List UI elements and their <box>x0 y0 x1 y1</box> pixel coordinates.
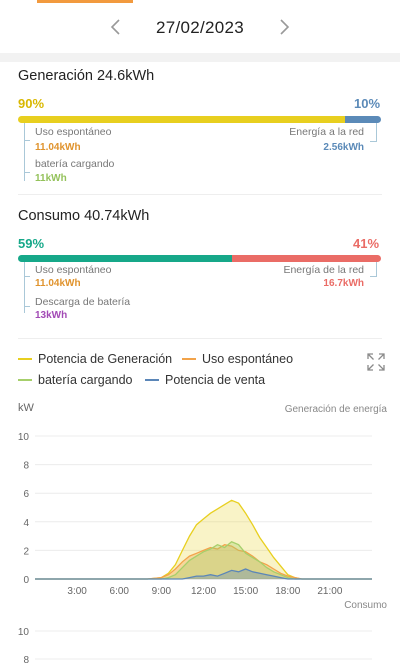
consumption-bar-self-segment <box>18 255 233 262</box>
expand-icon[interactable] <box>367 353 385 371</box>
consumption-discharge-label: Descarga de batería <box>35 296 131 308</box>
generation-bar-grid-segment <box>344 116 381 123</box>
generation-battery-value: 11kWh <box>35 173 67 184</box>
generation-grid-pct: 10% <box>354 96 381 111</box>
second-chart-y-tick-label: 8 <box>23 655 29 666</box>
legend-swatch <box>145 379 159 381</box>
legend-generation-label: Potencia de Generación <box>38 352 173 366</box>
consumption-grid-value: 16.7kWh <box>323 278 364 289</box>
legend-self-use[interactable]: Uso espontáneo <box>182 352 293 366</box>
consumption-discharge-value: 13kWh <box>35 310 68 321</box>
x-tick-label: 6:00 <box>110 586 130 597</box>
y-tick-label: 2 <box>23 546 29 557</box>
consumption-self-pct: 59% <box>18 236 45 251</box>
consumption-bar-grid-segment <box>232 255 381 262</box>
chevron-left-icon <box>110 19 120 35</box>
y-tick-label: 8 <box>23 461 29 472</box>
generation-bracket-tick <box>24 140 30 141</box>
previous-day-button[interactable] <box>106 17 126 37</box>
section-divider <box>18 338 382 339</box>
x-tick-label: 12:00 <box>191 586 216 597</box>
y-tick-label: 4 <box>23 518 29 529</box>
date-navigator: 27/02/2023 <box>0 3 400 53</box>
legend-generation[interactable]: Potencia de Generación <box>18 352 172 366</box>
legend-self-use-label: Uso espontáneo <box>202 352 294 366</box>
generation-battery-label: batería cargando <box>35 158 115 170</box>
legend-swatch <box>18 358 32 360</box>
chart-unit-label: kW <box>18 402 34 414</box>
consumption-bar <box>18 255 381 262</box>
chart-right-title: Generación de energía <box>284 404 387 415</box>
generation-bar <box>18 116 381 123</box>
y-tick-label: 0 <box>23 575 29 586</box>
legend-swatch <box>18 379 32 381</box>
second-chart-y-tick-label: 10 <box>18 627 30 638</box>
legend-battery[interactable]: batería cargando <box>18 373 133 387</box>
consumption-self-use-label: Uso espontáneo <box>35 264 112 276</box>
consumption-grid-label: Energía de la red <box>283 264 364 276</box>
generation-grid-label: Energía a la red <box>289 126 364 138</box>
legend-swatch <box>182 358 196 360</box>
power-chart: 0 2 4 6 8 10 3:00 6:00 9:00 12:00 15:00 18:00 21:00 1… <box>18 432 372 666</box>
generation-self-use-label: Uso espontáneo <box>35 126 112 138</box>
x-tick-label: 3:00 <box>67 586 87 597</box>
generation-self-use-value: 11.04kWh <box>35 142 81 153</box>
x-tick-label: 21:00 <box>317 586 342 597</box>
legend-sale-label: Potencia de venta <box>165 373 266 387</box>
y-tick-label: 10 <box>18 432 30 443</box>
consumption-bracket-tick <box>24 276 30 277</box>
chevron-right-icon <box>280 19 290 35</box>
generation-bar-self-segment <box>18 116 345 123</box>
consumption-self-use-value: 11.04kWh <box>35 278 81 289</box>
consumption-bracket-tick <box>24 306 30 307</box>
legend-battery-label: batería cargando <box>38 373 133 387</box>
x-tick-label: 15:00 <box>233 586 258 597</box>
section-separator <box>0 53 400 62</box>
generation-grid-value: 2.56kWh <box>323 142 364 153</box>
section-divider <box>18 194 382 195</box>
selected-date[interactable]: 27/02/2023 <box>156 18 244 38</box>
x-tick-label: 9:00 <box>152 586 172 597</box>
consumption-right-bracket <box>370 262 377 277</box>
consumption-title: Consumo 40.74kWh <box>18 208 150 224</box>
y-tick-label: 6 <box>23 489 29 500</box>
x-tick-label: 18:00 <box>275 586 300 597</box>
next-day-button[interactable] <box>274 17 294 37</box>
generation-right-bracket <box>370 123 377 142</box>
generation-title: Generación 24.6kWh <box>18 68 155 84</box>
generation-bracket-tick <box>24 172 30 173</box>
legend-sale[interactable]: Potencia de venta <box>145 373 265 387</box>
consumption-grid-pct: 41% <box>353 236 380 251</box>
generation-self-pct: 90% <box>18 96 45 111</box>
